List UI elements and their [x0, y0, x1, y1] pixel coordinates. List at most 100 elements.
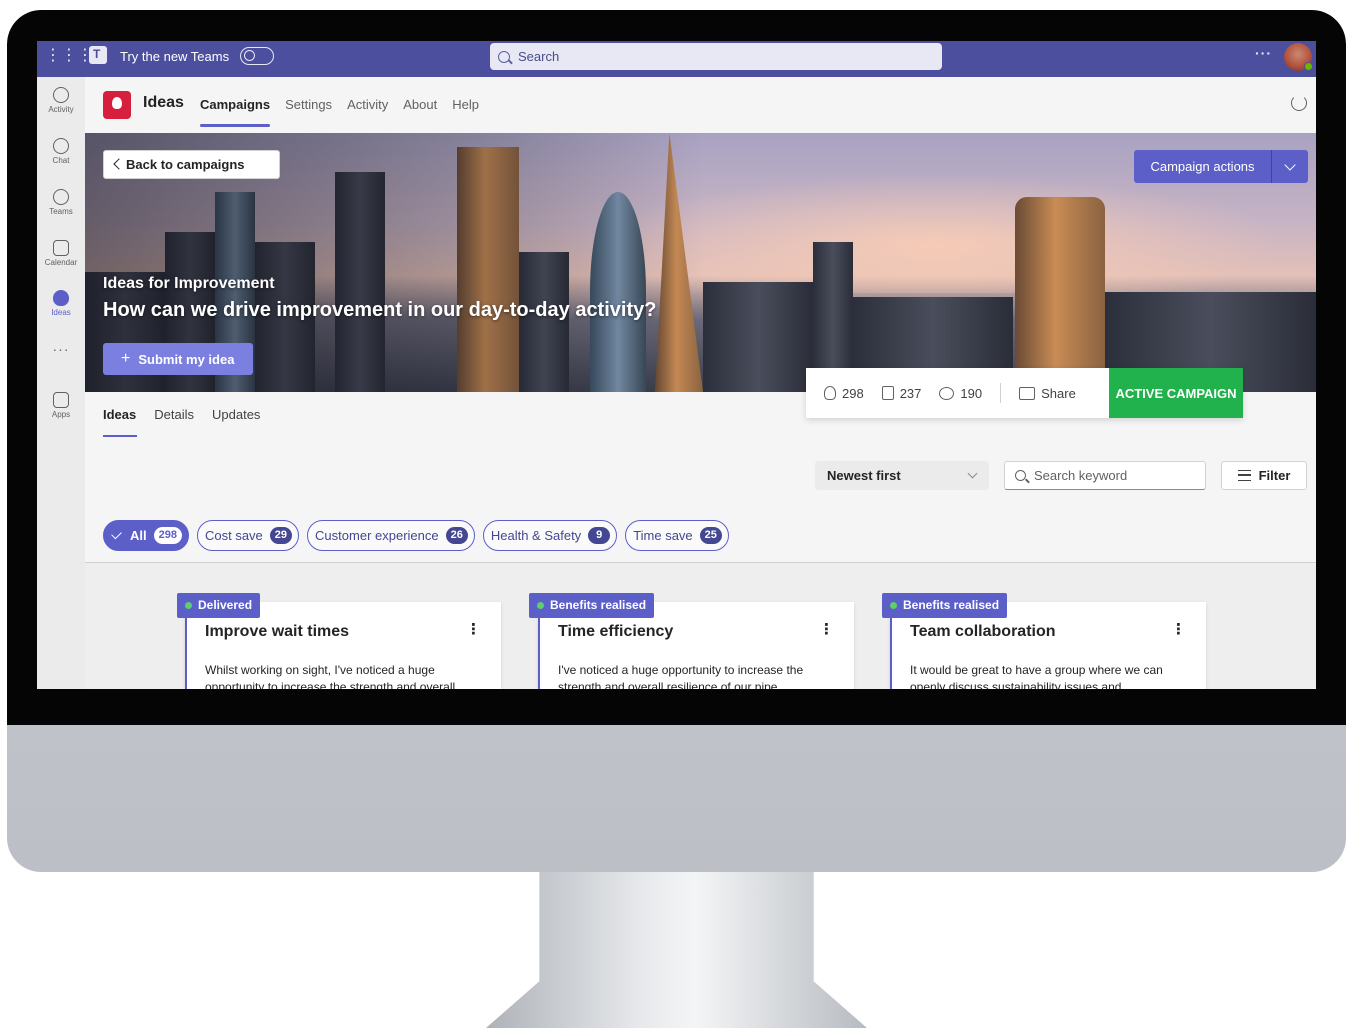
category-chips: All 298 Cost save 29 Customer experience… — [103, 520, 729, 551]
idea-excerpt: Whilst working on sight, I've noticed a … — [205, 663, 456, 689]
campaign-stats-bar: 298 237 190 Share ACTIVE CAMPAIGN — [806, 368, 1243, 418]
chip-count: 298 — [153, 527, 182, 544]
tab-activity[interactable]: Activity — [347, 97, 388, 112]
back-button-label: Back to campaigns — [126, 157, 245, 172]
teams-icon — [53, 189, 69, 205]
idea-excerpt: It would be great to have a group where … — [910, 663, 1163, 689]
filter-icon — [1237, 470, 1251, 481]
campaign-subtitle: Ideas for Improvement — [103, 275, 275, 292]
chevron-left-icon — [113, 158, 125, 170]
app-launcher-icon[interactable]: ⋮⋮⋮ — [45, 46, 93, 66]
more-options-icon[interactable]: ··· — [1255, 45, 1272, 61]
keyword-search-placeholder: Search keyword — [1034, 468, 1128, 483]
tab-updates[interactable]: Updates — [212, 407, 260, 422]
rail-label: Teams — [49, 207, 73, 216]
chip-count: 25 — [699, 527, 722, 544]
ideas-count: 298 — [824, 386, 864, 401]
idea-excerpt: I've noticed a huge opportunity to incre… — [558, 663, 804, 689]
global-search-input[interactable]: Search — [490, 43, 942, 70]
campaign-actions-button[interactable]: Campaign actions — [1134, 150, 1308, 183]
rail-item-ideas[interactable]: Ideas — [37, 290, 85, 317]
chip-label: Time save — [633, 528, 693, 543]
rail-item-teams[interactable]: Teams — [37, 189, 85, 216]
hero-building — [1015, 197, 1105, 392]
chat-icon — [53, 138, 69, 154]
lightbulb-icon — [824, 386, 836, 400]
status-dot-icon — [537, 602, 544, 609]
rail-more-icon[interactable]: ··· — [37, 341, 85, 357]
rail-label: Apps — [51, 410, 71, 419]
campaign-title: How can we drive improvement in our day-… — [103, 299, 657, 321]
chip-count: 29 — [269, 527, 293, 544]
rail-item-chat[interactable]: Chat — [37, 138, 85, 165]
tab-campaigns[interactable]: Campaigns — [200, 97, 271, 127]
search-icon — [1015, 470, 1026, 481]
filter-label: Filter — [1258, 468, 1291, 483]
chip-count: 9 — [588, 527, 611, 544]
apps-icon — [53, 392, 69, 408]
lightbulb-icon — [53, 290, 69, 306]
tab-about[interactable]: About — [403, 97, 437, 112]
idea-title: Improve wait times — [205, 623, 350, 640]
share-button[interactable]: Share — [1019, 386, 1076, 401]
ideas-logo-icon — [103, 91, 131, 119]
teams-logo-icon — [89, 46, 107, 64]
rail-item-activity[interactable]: Activity — [37, 87, 85, 114]
more-vertical-icon[interactable]: ⋮ — [1171, 622, 1186, 637]
chip-all[interactable]: All 298 — [103, 520, 189, 551]
submit-idea-label: Submit my idea — [138, 351, 235, 367]
new-teams-toggle[interactable] — [240, 47, 274, 65]
filter-button[interactable]: Filter — [1221, 461, 1307, 490]
idea-status-badge: Delivered — [177, 593, 261, 618]
search-placeholder: Search — [518, 49, 560, 64]
chip-label: Customer experience — [315, 528, 439, 543]
share-icon — [1019, 386, 1036, 400]
campaign-tabs: Ideas Details Updates — [103, 407, 260, 437]
bell-icon — [53, 87, 69, 103]
chip-count: 26 — [445, 527, 468, 544]
presence-available-icon — [1304, 62, 1313, 71]
monitor-stand — [486, 872, 867, 1028]
rail-label: Activity — [48, 105, 74, 114]
likes-count: 237 — [881, 386, 921, 401]
idea-status-label: Benefits realised — [903, 598, 1000, 612]
app-name: Ideas — [143, 94, 184, 111]
comments-count-value: 190 — [960, 385, 983, 401]
idea-status-badge: Benefits realised — [882, 593, 1008, 618]
try-new-teams-label: Try the new Teams — [120, 49, 230, 64]
tab-ideas[interactable]: Ideas — [103, 407, 138, 437]
thumbs-up-icon — [881, 386, 894, 400]
app-header: Ideas Campaigns Settings Activity About … — [85, 77, 1316, 133]
idea-status-label: Delivered — [198, 598, 253, 612]
rail-item-calendar[interactable]: Calendar — [37, 240, 85, 267]
chip-health-safety[interactable]: Health & Safety 9 — [482, 520, 618, 551]
sort-dropdown[interactable]: Newest first — [815, 461, 989, 490]
rail-label: Calendar — [44, 258, 78, 267]
idea-status-label: Benefits realised — [550, 598, 647, 612]
chip-time-save[interactable]: Time save 25 — [625, 520, 729, 551]
app-rail: Activity Chat Teams Calendar Ideas ··· A… — [37, 77, 85, 689]
stats-divider — [1000, 383, 1002, 403]
tab-help[interactable]: Help — [452, 97, 479, 112]
refresh-icon[interactable] — [1291, 95, 1307, 111]
idea-title: Time efficiency — [558, 623, 674, 640]
tab-settings[interactable]: Settings — [285, 97, 332, 112]
campaign-hero: Back to campaigns Ideas for Improvement … — [85, 133, 1316, 392]
back-to-campaigns-button[interactable]: Back to campaigns — [103, 150, 280, 179]
search-icon — [498, 50, 510, 63]
rail-item-apps[interactable]: Apps — [37, 392, 85, 419]
app-nav: Campaigns Settings Activity About Help — [200, 97, 479, 127]
chip-cost-save[interactable]: Cost save 29 — [196, 520, 300, 551]
calendar-icon — [53, 240, 69, 256]
chip-label: Health & Safety — [490, 528, 582, 543]
chevron-down-icon[interactable] — [1272, 150, 1308, 183]
more-vertical-icon[interactable]: ⋮ — [466, 622, 481, 637]
submit-idea-button[interactable]: + Submit my idea — [103, 343, 253, 375]
teams-window: ⋮⋮⋮ Try the new Teams Search ··· Activit… — [37, 41, 1316, 689]
ideas-count-value: 298 — [842, 385, 864, 401]
chip-customer-experience[interactable]: Customer experience 26 — [307, 520, 475, 551]
keyword-search-input[interactable]: Search keyword — [1004, 461, 1206, 490]
tab-details[interactable]: Details — [154, 407, 194, 422]
more-vertical-icon[interactable]: ⋮ — [819, 622, 834, 637]
chip-label: Cost save — [204, 528, 263, 543]
